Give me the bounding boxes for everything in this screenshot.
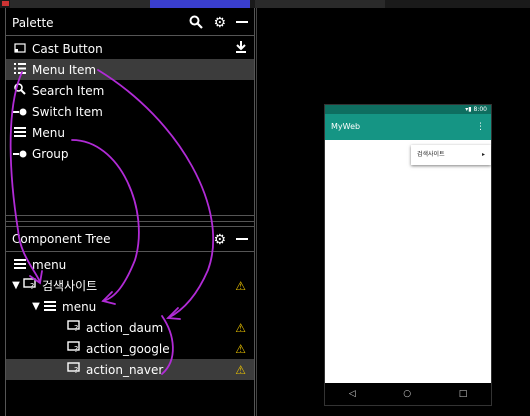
- palette-item-group[interactable]: Group: [6, 143, 254, 164]
- tree-node-submenu[interactable]: ▼ menu: [6, 296, 254, 317]
- tree-node-label: 검색사이트: [42, 279, 98, 293]
- palette-item-menu[interactable]: Menu: [6, 122, 254, 143]
- submenu-arrow-icon: ▸: [481, 151, 485, 158]
- tree-node-search-site[interactable]: ▼ ? 검색사이트 ⚠: [6, 275, 254, 296]
- back-icon[interactable]: ◁: [349, 389, 356, 399]
- tree-node-label: menu: [32, 257, 67, 272]
- palette-item-menu-item[interactable]: Menu Item: [6, 59, 254, 80]
- editor-tab[interactable]: [255, 0, 385, 8]
- overflow-menu-icon[interactable]: ⋮: [476, 114, 485, 140]
- palette-title: Palette: [12, 15, 54, 30]
- tree-node-label: menu: [62, 299, 97, 314]
- tree-node-action-daum[interactable]: ? action_daum ⚠: [6, 317, 254, 338]
- component-tree-header: Component Tree ⚙: [6, 226, 254, 252]
- home-icon[interactable]: ○: [403, 389, 411, 399]
- download-icon[interactable]: [236, 41, 246, 56]
- switch-icon: [12, 105, 28, 119]
- palette-item-search-item[interactable]: Search Item: [6, 80, 254, 101]
- tree-node-label: action_daum: [86, 320, 164, 335]
- group-icon: [12, 147, 28, 161]
- search-icon[interactable]: [189, 15, 204, 32]
- panel-divider: [6, 221, 254, 222]
- component-tree-title: Component Tree: [12, 232, 111, 246]
- expand-arrow-icon[interactable]: ▼: [10, 280, 22, 291]
- gear-icon[interactable]: ⚙: [213, 16, 226, 30]
- palette-item-label: Menu Item: [32, 62, 97, 77]
- popup-menu-item[interactable]: 검색사이트 ▸: [411, 145, 491, 165]
- palette-item-label: Cast Button: [32, 41, 103, 56]
- warning-icon[interactable]: ⚠: [235, 321, 246, 335]
- menu-item-icon: ?: [22, 278, 38, 293]
- app-bar: MyWeb ⋮: [325, 114, 491, 140]
- warning-icon[interactable]: ⚠: [235, 363, 246, 377]
- wifi-icon: ▾▮: [465, 106, 472, 113]
- minimize-icon[interactable]: [236, 15, 248, 32]
- palette-item-label: Search Item: [32, 83, 105, 98]
- editor-tab[interactable]: [10, 0, 150, 8]
- palette-item-label: Group: [32, 146, 69, 161]
- expand-arrow-icon[interactable]: ▼: [30, 301, 42, 312]
- palette-item-switch-item[interactable]: Switch Item: [6, 101, 254, 122]
- gear-icon[interactable]: ⚙: [213, 233, 226, 247]
- top-tab-strip: [0, 0, 530, 8]
- tree-node-action-google[interactable]: ? action_google ⚠: [6, 338, 254, 359]
- palette-item-label: Menu: [32, 125, 65, 140]
- palette-header: Palette ⚙: [6, 10, 254, 36]
- navigation-bar: ◁ ○ □: [325, 383, 491, 405]
- cast-icon: [12, 42, 28, 56]
- menu-item-icon: ?: [66, 362, 82, 377]
- palette-item-label: Switch Item: [32, 104, 103, 119]
- left-panel: Palette ⚙ Cast Button Menu Item Search I…: [5, 8, 255, 416]
- tree-node-label: action_naver: [86, 362, 164, 377]
- panel-divider[interactable]: [6, 215, 254, 216]
- menu-item-icon: ?: [66, 320, 82, 335]
- device-preview: ▾▮ 8:00 MyWeb ⋮ 검색사이트 ▸ ◁ ○ □: [324, 104, 492, 406]
- editor-tab-active[interactable]: [150, 0, 250, 8]
- tree-node-menu-root[interactable]: menu: [6, 254, 254, 275]
- tree-node-action-naver[interactable]: ? action_naver ⚠: [6, 359, 254, 380]
- warning-icon[interactable]: ⚠: [235, 342, 246, 356]
- tab-icon: [2, 1, 9, 6]
- menu-icon: [42, 300, 58, 314]
- svg-text:?: ?: [74, 366, 78, 374]
- svg-text:?: ?: [30, 282, 34, 290]
- popup-item-label: 검색사이트: [417, 151, 445, 158]
- app-title: MyWeb: [331, 122, 361, 131]
- status-time: 8:00: [473, 106, 487, 113]
- warning-icon[interactable]: ⚠: [235, 279, 246, 293]
- status-bar: ▾▮ 8:00: [325, 105, 491, 114]
- search-icon: [12, 83, 28, 98]
- svg-text:?: ?: [74, 345, 78, 353]
- minimize-icon[interactable]: [236, 232, 248, 249]
- menu-item-icon: ?: [66, 341, 82, 356]
- svg-text:?: ?: [74, 324, 78, 332]
- tree-node-label: action_google: [86, 341, 170, 356]
- palette-item-cast-button[interactable]: Cast Button: [6, 38, 254, 59]
- menu-icon: [12, 126, 28, 140]
- list-icon: [12, 62, 28, 77]
- menu-icon: [12, 258, 28, 272]
- recents-icon[interactable]: □: [459, 389, 468, 399]
